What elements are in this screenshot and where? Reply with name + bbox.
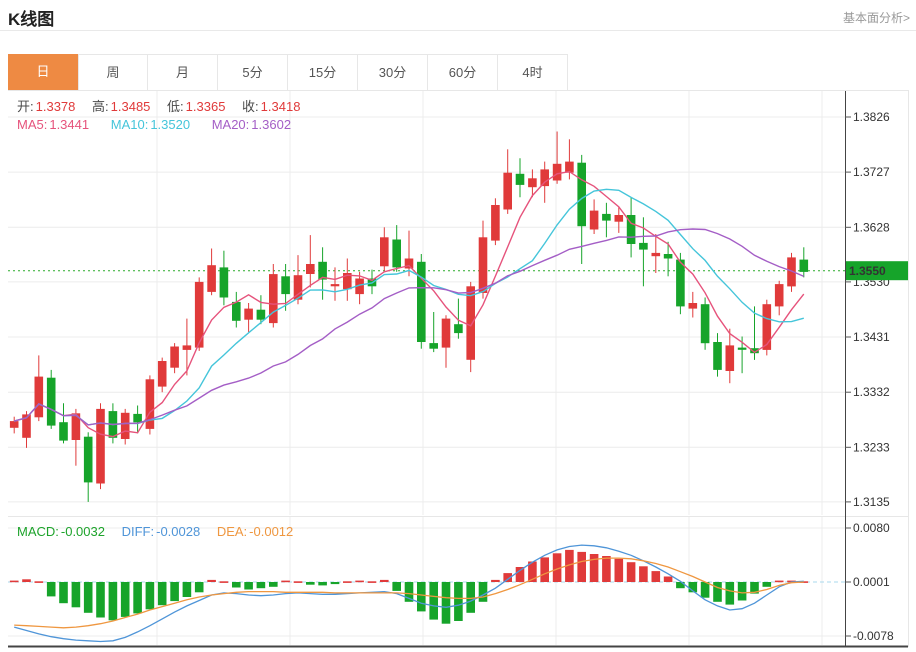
ma5-value: 1.3441 xyxy=(49,117,89,132)
dea-value: -0.0012 xyxy=(249,524,293,539)
ma20-label: MA20: xyxy=(212,117,250,132)
tab-month[interactable]: 月 xyxy=(148,54,218,90)
tab-15min[interactable]: 15分 xyxy=(288,54,358,90)
y-axis-labels: 1.38261.37271.36281.35301.34311.33321.32… xyxy=(845,110,894,643)
svg-text:1.3628: 1.3628 xyxy=(853,220,890,234)
svg-text:0.0001: 0.0001 xyxy=(853,575,890,589)
tab-4hour[interactable]: 4时 xyxy=(498,54,568,90)
ma-legend: MA5:1.3441 MA10:1.3520 MA20:1.3602 xyxy=(17,117,309,132)
tab-60min[interactable]: 60分 xyxy=(428,54,498,90)
axis-lines xyxy=(8,90,909,647)
ma20-value: 1.3602 xyxy=(251,117,291,132)
svg-text:-0.0078: -0.0078 xyxy=(853,629,894,643)
macd-legend: MACD:-0.0032 DIFF:-0.0028 DEA:-0.0012 xyxy=(17,524,306,539)
svg-text:1.3233: 1.3233 xyxy=(853,440,890,454)
macd-lines xyxy=(14,545,804,641)
current-price-tag: 1.3550 xyxy=(846,261,908,280)
candles xyxy=(10,132,808,502)
macd-label: MACD: xyxy=(17,524,59,539)
svg-text:1.3550: 1.3550 xyxy=(849,264,886,278)
diff-value: -0.0028 xyxy=(156,524,200,539)
high-value: 1.3485 xyxy=(111,99,151,114)
tab-30min[interactable]: 30分 xyxy=(358,54,428,90)
high-label: 高: xyxy=(92,99,109,114)
period-tabs: 日 周 月 5分 15分 30分 60分 4时 xyxy=(8,54,908,91)
ma10-value: 1.3520 xyxy=(150,117,190,132)
ma5-label: MA5: xyxy=(17,117,47,132)
open-value: 1.3378 xyxy=(36,99,76,114)
dea-label: DEA: xyxy=(217,524,247,539)
close-label: 收: xyxy=(242,99,259,114)
svg-text:1.3826: 1.3826 xyxy=(853,110,890,124)
page-title: K线图 xyxy=(8,5,54,30)
low-value: 1.3365 xyxy=(186,99,226,114)
open-label: 开: xyxy=(17,99,34,114)
svg-text:1.3431: 1.3431 xyxy=(853,330,890,344)
svg-text:1.3332: 1.3332 xyxy=(853,385,890,399)
close-value: 1.3418 xyxy=(261,99,301,114)
svg-text:1.3727: 1.3727 xyxy=(853,165,890,179)
macd-value: -0.0032 xyxy=(61,524,105,539)
ma10-label: MA10: xyxy=(111,117,149,132)
low-label: 低: xyxy=(167,99,184,114)
tab-5min[interactable]: 5分 xyxy=(218,54,288,90)
diff-label: DIFF: xyxy=(122,524,155,539)
ma-lines xyxy=(14,172,804,437)
svg-text:1.3135: 1.3135 xyxy=(853,495,890,509)
fundamental-analysis-link[interactable]: 基本面分析> xyxy=(843,9,910,26)
tab-week[interactable]: 周 xyxy=(78,54,148,90)
svg-text:0.0080: 0.0080 xyxy=(853,521,890,535)
tab-day[interactable]: 日 xyxy=(8,54,78,90)
ohlc-legend: 开:1.3378 高:1.3485 低:1.3365 收:1.3418 xyxy=(17,96,313,115)
header-divider xyxy=(0,30,916,31)
